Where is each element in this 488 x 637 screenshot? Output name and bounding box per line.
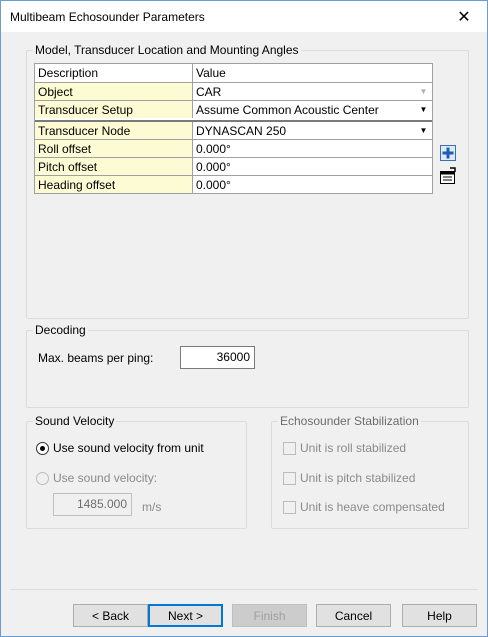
grid-row-heading-offset: Heading offset 0.000° (35, 175, 432, 193)
decoding-group: Decoding (26, 323, 469, 408)
sound-velocity-from-unit-radio[interactable] (36, 442, 49, 455)
grid-row-transducer-setup: Transducer Setup Assume Common Acoustic … (35, 100, 432, 118)
sound-velocity-input[interactable]: 1485.000 (53, 493, 132, 516)
max-beams-input[interactable]: 36000 (180, 346, 255, 369)
add-icon (440, 145, 456, 161)
grid-row-object: Object CAR ▼ (35, 82, 432, 100)
object-value: CAR (196, 85, 222, 99)
close-button[interactable]: ✕ (441, 1, 487, 32)
heading-offset-field[interactable]: 0.000° (193, 176, 432, 193)
sound-velocity-manual-radio[interactable] (36, 472, 49, 485)
cancel-button[interactable]: Cancel (316, 604, 391, 627)
property-grid: Description Value Object CAR ▼ Transduce… (34, 63, 433, 194)
grid-row-label: Object (35, 83, 193, 100)
pitch-stabilized-checkbox[interactable] (283, 472, 296, 485)
grid-row-label: Heading offset (35, 176, 193, 193)
pitch-offset-field[interactable]: 0.000° (193, 158, 432, 175)
grid-row-label: Pitch offset (35, 158, 193, 175)
chevron-down-icon[interactable]: ▼ (415, 101, 432, 118)
max-beams-label: Max. beams per ping: (38, 351, 154, 365)
finish-button[interactable]: Finish (232, 604, 307, 627)
title-bar: Multibeam Echosounder Parameters ✕ (1, 1, 487, 32)
chevron-down-icon[interactable]: ▼ (415, 122, 432, 139)
grid-row-label: Roll offset (35, 140, 193, 157)
model-transducer-legend: Model, Transducer Location and Mounting … (33, 43, 301, 57)
grid-header-description: Description (35, 64, 193, 82)
grid-row-roll-offset: Roll offset 0.000° (35, 139, 432, 157)
next-button[interactable]: Next > (148, 604, 223, 627)
grid-header-row: Description Value (35, 64, 432, 82)
roll-stabilized-checkbox[interactable] (283, 442, 296, 455)
sound-velocity-from-unit-label[interactable]: Use sound velocity from unit (53, 441, 204, 455)
pitch-stabilized-label[interactable]: Unit is pitch stabilized (300, 471, 415, 485)
sound-velocity-legend: Sound Velocity (33, 414, 117, 428)
grid-row-transducer-node: Transducer Node DYNASCAN 250 ▼ (35, 120, 432, 139)
transducer-node-value: DYNASCAN 250 (196, 124, 287, 138)
decoding-legend: Decoding (33, 323, 88, 337)
grid-row-label: Transducer Setup (35, 101, 193, 118)
help-button[interactable]: Help (402, 604, 477, 627)
grid-header-value: Value (193, 64, 432, 82)
dialog-window: Multibeam Echosounder Parameters ✕ Model… (0, 0, 488, 637)
transducer-node-combo[interactable]: DYNASCAN 250 ▼ (193, 122, 432, 139)
heave-compensated-label[interactable]: Unit is heave compensated (300, 500, 445, 514)
window-title: Multibeam Echosounder Parameters (10, 10, 205, 24)
object-combo[interactable]: CAR ▼ (193, 83, 432, 100)
sound-velocity-manual-label[interactable]: Use sound velocity: (53, 471, 157, 485)
grid-row-label: Transducer Node (35, 122, 193, 139)
back-button[interactable]: < Back (73, 604, 148, 627)
properties-icon (440, 167, 456, 184)
stabilization-legend: Echosounder Stabilization (278, 414, 421, 428)
chevron-down-icon: ▼ (419, 87, 428, 96)
node-properties-button[interactable] (438, 167, 458, 185)
footer-divider (10, 589, 478, 590)
sound-velocity-unit: m/s (142, 500, 162, 514)
transducer-setup-value: Assume Common Acoustic Center (196, 103, 379, 117)
roll-offset-field[interactable]: 0.000° (193, 140, 432, 157)
transducer-setup-combo[interactable]: Assume Common Acoustic Center ▼ (193, 101, 432, 118)
add-node-button[interactable] (438, 144, 458, 162)
heave-compensated-checkbox[interactable] (283, 501, 296, 514)
grid-row-pitch-offset: Pitch offset 0.000° (35, 157, 432, 175)
roll-stabilized-label[interactable]: Unit is roll stabilized (300, 441, 406, 455)
